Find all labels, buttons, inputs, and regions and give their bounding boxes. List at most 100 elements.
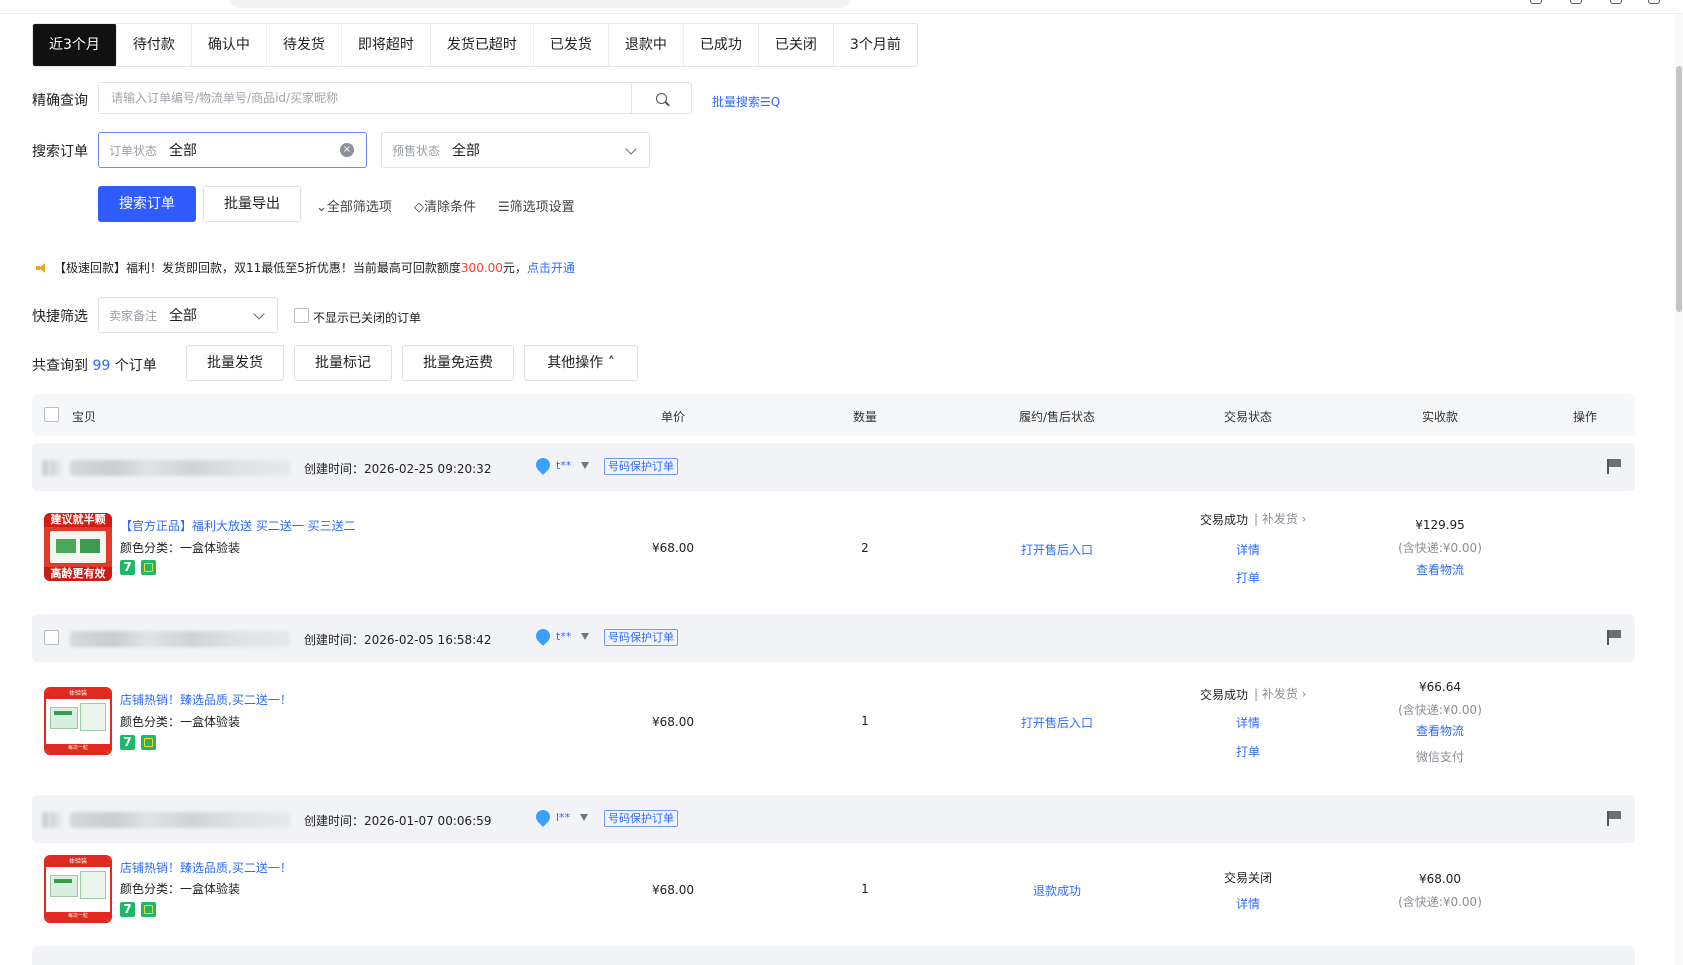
filter-icon[interactable] <box>580 813 589 821</box>
number-protection-tag: 号码保护订单 <box>604 810 678 827</box>
presale-status-select[interactable]: 预售状态 全部 <box>381 132 650 168</box>
view-logistics-link[interactable]: 查看物流 <box>1416 722 1464 739</box>
buyer-info[interactable]: l** <box>533 807 589 827</box>
thumbnail-top-text: 建议就半颗 <box>44 513 112 527</box>
tab-before-3-months[interactable]: 3个月前 <box>834 24 917 66</box>
service-badges: 7 <box>120 902 156 917</box>
thumbnail-bottom-text: 每次一粒 <box>46 744 110 753</box>
number-protection-tag: 号码保护订单 <box>604 458 678 475</box>
buyer-info[interactable]: t** <box>533 626 590 646</box>
chevron-down-icon <box>253 308 265 320</box>
reship-link[interactable]: | 补发货 › <box>1254 685 1306 702</box>
thumbnail-bottom-text: 每次一粒 <box>46 912 110 921</box>
tab-to-ship[interactable]: 待发货 <box>267 24 342 66</box>
product-title[interactable]: 店铺热销！臻选品质,买二送一！ <box>120 691 292 708</box>
order-detail-link[interactable]: 详情 <box>1236 714 1260 731</box>
flag-icon[interactable] <box>1607 630 1621 645</box>
presale-status-value: 全部 <box>452 143 481 159</box>
order-header <box>32 946 1635 965</box>
trade-status: 交易成功 <box>1200 513 1249 527</box>
tab-last-3-months[interactable]: 近3个月 <box>33 24 117 66</box>
received-amount: ¥129.95 <box>1415 518 1465 532</box>
notice-amount: 300.00 <box>460 260 503 275</box>
order-detail-link[interactable]: 详情 <box>1236 541 1260 558</box>
refund-success-link[interactable]: 退款成功 <box>1033 882 1081 899</box>
thumbnail-label <box>54 711 72 715</box>
order-header: 创建时间：2026-02-25 09:20:32 t** 号码保护订单 <box>32 443 1635 491</box>
hide-closed-checkbox[interactable] <box>294 308 309 323</box>
tab-shipped[interactable]: 已发货 <box>534 24 609 66</box>
page-scrollbar[interactable] <box>1675 14 1683 965</box>
order-select-checkbox[interactable] <box>44 630 59 645</box>
product-title[interactable]: 【官方正品】福利大放送 买二送一 买三送二 <box>120 517 356 534</box>
order-count: 99 <box>92 358 111 374</box>
notice-open-link[interactable]: 点击开通 <box>527 259 575 276</box>
scrollbar-thumb[interactable] <box>1676 66 1682 312</box>
headset-icon[interactable] <box>1530 0 1542 4</box>
tab-succeeded[interactable]: 已成功 <box>684 24 759 66</box>
filter-icon[interactable] <box>581 632 590 640</box>
filter-settings-button[interactable]: ☰筛选项设置 <box>498 196 575 215</box>
order-checkbox-redacted[interactable] <box>42 812 62 828</box>
batch-export-button[interactable]: 批量导出 <box>203 186 301 222</box>
global-search-bar[interactable] <box>230 0 850 8</box>
search-orders-label: 搜索订单 <box>32 144 88 160</box>
batch-ship-button[interactable]: 批量发货 <box>186 345 284 381</box>
wangwang-chat-icon[interactable] <box>533 807 553 827</box>
seller-remark-value: 全部 <box>169 308 198 324</box>
clear-conditions-button[interactable]: ◇清除条件 <box>414 196 476 215</box>
tab-refunding[interactable]: 退款中 <box>609 24 684 66</box>
order-status-select[interactable]: 订单状态 全部 × <box>98 132 367 168</box>
reship-link[interactable]: | 补发货 › <box>1254 510 1306 527</box>
seven-day-return-icon: 7 <box>120 560 135 575</box>
message-icon[interactable] <box>1570 0 1582 4</box>
search-icon <box>656 92 667 104</box>
all-filters-toggle[interactable]: ⌄全部筛选项 <box>316 196 392 215</box>
search-orders-button[interactable]: 搜索订单 <box>98 186 196 222</box>
trade-status: 交易关闭 <box>1223 871 1273 885</box>
order-item-row: 体验装 每次一粒 店铺热销！臻选品质,买二送一！ 颜色分类：一盒体验装 7 ¥6… <box>32 849 1635 929</box>
tab-pending-payment[interactable]: 待付款 <box>117 24 192 66</box>
hide-closed-label: 不显示已关闭的订单 <box>313 311 422 325</box>
after-sale-entry-link[interactable]: 打开售后入口 <box>1021 714 1093 731</box>
batch-mark-button[interactable]: 批量标记 <box>294 345 392 381</box>
seller-remark-select[interactable]: 卖家备注 全部 <box>98 297 278 333</box>
seven-day-return-icon: 7 <box>120 902 135 917</box>
user-icon[interactable] <box>1648 0 1660 4</box>
header-item: 宝贝 <box>72 410 97 424</box>
order-checkbox-redacted[interactable] <box>42 460 62 476</box>
batch-search-link[interactable]: 批量搜索☰Q <box>712 93 780 110</box>
tab-closed[interactable]: 已关闭 <box>759 24 834 66</box>
view-logistics-link[interactable]: 查看物流 <box>1416 561 1464 578</box>
tab-about-to-timeout[interactable]: 即将超时 <box>342 24 431 66</box>
quantity: 1 <box>861 714 869 728</box>
order-detail-link[interactable]: 详情 <box>1236 895 1260 912</box>
product-thumbnail[interactable]: 建议就半颗 高龄更有效 <box>44 513 112 581</box>
search-input[interactable] <box>99 83 631 113</box>
filter-icon[interactable] <box>581 461 590 469</box>
flag-icon[interactable] <box>1607 459 1621 474</box>
header-price: 单价 <box>660 410 686 424</box>
print-order-link[interactable]: 打单 <box>1236 743 1260 760</box>
help-icon[interactable] <box>1610 0 1622 4</box>
wangwang-chat-icon[interactable] <box>533 626 553 646</box>
search-button[interactable] <box>631 83 691 113</box>
product-thumbnail[interactable]: 体验装 每次一粒 <box>44 687 112 755</box>
buyer-info[interactable]: t** <box>533 455 590 475</box>
received-amount: ¥66.64 <box>1419 680 1461 694</box>
product-title[interactable]: 店铺热销！臻选品质,买二送一！ <box>120 859 292 876</box>
guarantee-icon <box>141 902 156 917</box>
tab-ship-timeout[interactable]: 发货已超时 <box>431 24 534 66</box>
clear-icon[interactable]: × <box>340 143 354 157</box>
tab-confirming[interactable]: 确认中 <box>192 24 267 66</box>
wangwang-chat-icon[interactable] <box>533 455 553 475</box>
other-operations-button[interactable]: 其他操作 ˄ <box>524 345 638 381</box>
batch-free-shipping-button[interactable]: 批量免运费 <box>402 345 514 381</box>
seller-remark-label: 卖家备注 <box>109 308 158 323</box>
product-thumbnail[interactable]: 体验装 每次一粒 <box>44 855 112 923</box>
order-number-redacted <box>70 460 290 476</box>
select-all-checkbox[interactable] <box>44 407 59 422</box>
print-order-link[interactable]: 打单 <box>1236 569 1260 586</box>
after-sale-entry-link[interactable]: 打开售后入口 <box>1021 541 1093 558</box>
flag-icon[interactable] <box>1607 811 1621 826</box>
